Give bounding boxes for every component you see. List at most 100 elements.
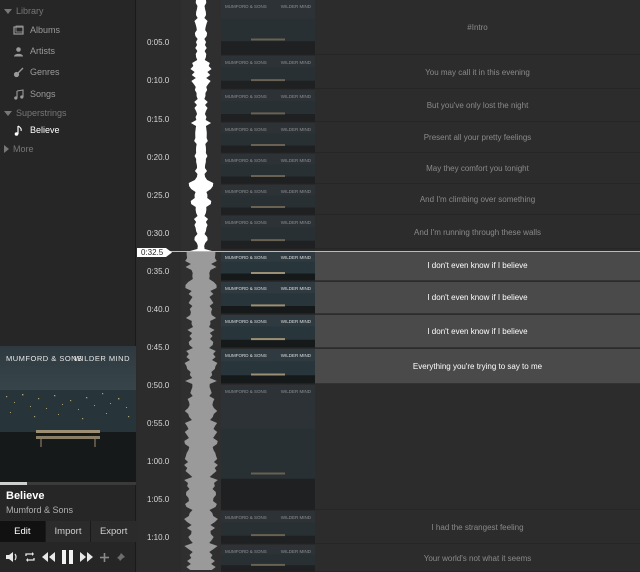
- svg-text:MUMFORD & SONS: MUMFORD & SONS: [225, 353, 267, 358]
- svg-text:MUMFORD & SONS: MUMFORD & SONS: [225, 515, 267, 520]
- lyric-thumbnail: MUMFORD & SONS WILDER MIND: [221, 282, 315, 314]
- tab-export[interactable]: Export: [91, 521, 137, 542]
- sidebar-item-believe[interactable]: Believe: [13, 121, 133, 139]
- lyric-thumbnail: MUMFORD & SONS WILDER MIND: [221, 154, 315, 184]
- svg-text:WILDER MIND: WILDER MIND: [281, 127, 312, 132]
- waveform[interactable]: [181, 0, 221, 572]
- library-section-header[interactable]: Library: [4, 4, 44, 18]
- svg-text:WILDER MIND: WILDER MIND: [281, 220, 312, 225]
- sidebar-item-artists[interactable]: Artists: [13, 42, 133, 60]
- lyric-row[interactable]: Present all your pretty feelings: [315, 123, 640, 153]
- svg-text:MUMFORD & SONS: MUMFORD & SONS: [225, 319, 267, 324]
- time-tick-label: 0:05.0: [147, 38, 170, 47]
- album-title-text: WILDER MIND: [74, 354, 130, 363]
- lyric-thumbnail: MUMFORD & SONS WILDER MIND: [221, 0, 315, 55]
- lyric-thumbnail: MUMFORD & SONS WILDER MIND: [221, 385, 315, 510]
- time-tick-label: 0:35.0: [147, 267, 170, 276]
- lyric-thumbnail: MUMFORD & SONS WILDER MIND: [221, 56, 315, 89]
- more-section-header[interactable]: More: [4, 142, 34, 156]
- sidebar: Library Albums Artists Genres Songs Supe…: [0, 0, 137, 572]
- svg-text:WILDER MIND: WILDER MIND: [281, 60, 312, 65]
- svg-text:MUMFORD & SONS: MUMFORD & SONS: [225, 549, 267, 554]
- sidebar-item-label: Believe: [30, 125, 60, 135]
- svg-text:MUMFORD & SONS: MUMFORD & SONS: [225, 220, 267, 225]
- svg-text:MUMFORD & SONS: MUMFORD & SONS: [225, 60, 267, 65]
- lyric-row[interactable]: But you've only lost the night: [315, 90, 640, 122]
- lyric-thumbnail: MUMFORD & SONS WILDER MIND: [221, 216, 315, 249]
- artists-icon: [13, 46, 24, 57]
- sidebar-item-label: Songs: [30, 89, 56, 99]
- waveform-graph: [184, 0, 218, 570]
- tab-import[interactable]: Import: [45, 521, 92, 542]
- time-tick-label: 1:05.0: [147, 495, 170, 504]
- lyric-row[interactable]: I had the strangest feeling: [315, 511, 640, 544]
- music-note-icon: [13, 125, 24, 136]
- lyric-row[interactable]: Your world's not what it seems: [315, 545, 640, 572]
- svg-text:MUMFORD & SONS: MUMFORD & SONS: [225, 4, 267, 9]
- chevron-right-icon: [4, 145, 9, 153]
- tab-edit[interactable]: Edit: [0, 521, 46, 542]
- time-tick-label: 0:15.0: [147, 115, 170, 124]
- playhead-line: [137, 251, 640, 252]
- music-note-icon: [13, 88, 24, 100]
- more-header-label: More: [13, 144, 34, 154]
- thumbnail-column: MUMFORD & SONS WILDER MIND MUMFORD & SONS W…: [221, 0, 315, 572]
- svg-text:MUMFORD & SONS: MUMFORD & SONS: [225, 389, 267, 394]
- now-playing-title: Believe: [6, 490, 45, 502]
- time-ruler[interactable]: 0:05.0 0:10.0 0:15.0 0:20.0 0:25.0 0:30.0 0:35…: [137, 0, 181, 572]
- svg-text:WILDER MIND: WILDER MIND: [281, 319, 312, 324]
- sidebar-item-label: Albums: [30, 25, 61, 35]
- lyrics-column: #Intro You may call it in this evening But…: [315, 0, 640, 572]
- sidebar-item-label: Artists: [30, 46, 56, 56]
- lyric-thumbnail: MUMFORD & SONS WILDER MIND: [221, 185, 315, 215]
- time-tick-label: 1:00.0: [147, 457, 170, 466]
- lyric-thumbnail: MUMFORD & SONS WILDER MIND: [221, 545, 315, 572]
- sidebar-item-albums[interactable]: Albums: [13, 21, 133, 39]
- pause-icon[interactable]: [61, 550, 74, 564]
- sidebar-item-songs[interactable]: Songs: [13, 85, 133, 103]
- album-band-text: MUMFORD & SONS: [6, 354, 83, 363]
- repeat-icon[interactable]: [24, 551, 36, 563]
- tab-bar: Edit Import Export: [0, 521, 137, 542]
- albums-icon: [13, 25, 24, 36]
- lyric-thumbnail: MUMFORD & SONS WILDER MIND: [221, 123, 315, 153]
- lyric-row[interactable]: I don't even know if I believe: [315, 315, 640, 348]
- lyric-row[interactable]: May they comfort you tonight: [315, 154, 640, 184]
- lyric-thumbnail: MUMFORD & SONS WILDER MIND: [221, 251, 315, 281]
- volume-icon[interactable]: [5, 551, 19, 563]
- time-tick-label: 0:40.0: [147, 305, 170, 314]
- chevron-down-icon: [4, 8, 12, 14]
- lyric-row[interactable]: [315, 385, 640, 510]
- playback-progress-fill: [0, 482, 28, 485]
- fast-forward-icon[interactable]: [79, 551, 94, 563]
- sidebar-item-genres[interactable]: Genres: [13, 63, 133, 81]
- playback-progress-bar[interactable]: [0, 482, 136, 485]
- chevron-down-icon: [4, 110, 12, 116]
- lyric-thumbnail: MUMFORD & SONS WILDER MIND: [221, 349, 315, 384]
- lyric-thumbnail: MUMFORD & SONS WILDER MIND: [221, 90, 315, 122]
- lyric-row[interactable]: And I'm climbing over something: [315, 185, 640, 215]
- svg-text:WILDER MIND: WILDER MIND: [281, 389, 312, 394]
- playhead[interactable]: 0:32.5: [137, 248, 173, 257]
- time-tick-label: 0:50.0: [147, 381, 170, 390]
- superstrings-section-header[interactable]: Superstrings: [4, 106, 67, 120]
- time-tick-label: 0:55.0: [147, 419, 170, 428]
- time-tick-label: 0:20.0: [147, 153, 170, 162]
- lyric-thumbnail: MUMFORD & SONS WILDER MIND: [221, 315, 315, 348]
- add-icon[interactable]: [99, 552, 110, 563]
- lyric-row[interactable]: #Intro: [315, 0, 640, 55]
- time-tick-label: 1:10.0: [147, 533, 170, 542]
- svg-text:MUMFORD & SONS: MUMFORD & SONS: [225, 255, 267, 260]
- app-window: Library Albums Artists Genres Songs Supe…: [0, 0, 640, 572]
- lyric-row[interactable]: I don't even know if I believe: [315, 251, 640, 281]
- svg-text:WILDER MIND: WILDER MIND: [281, 158, 312, 163]
- lyric-row[interactable]: I don't even know if I believe: [315, 282, 640, 314]
- time-tick-label: 0:45.0: [147, 343, 170, 352]
- rewind-icon[interactable]: [41, 551, 56, 563]
- pin-icon[interactable]: [115, 552, 126, 563]
- lyric-row[interactable]: You may call it in this evening: [315, 56, 640, 89]
- album-art[interactable]: MUMFORD & SONS WILDER MIND: [0, 346, 136, 482]
- playback-controls: [0, 545, 136, 569]
- lyric-row[interactable]: And I'm running through these walls: [315, 216, 640, 249]
- lyric-row[interactable]: Everything you're trying to say to me: [315, 349, 640, 384]
